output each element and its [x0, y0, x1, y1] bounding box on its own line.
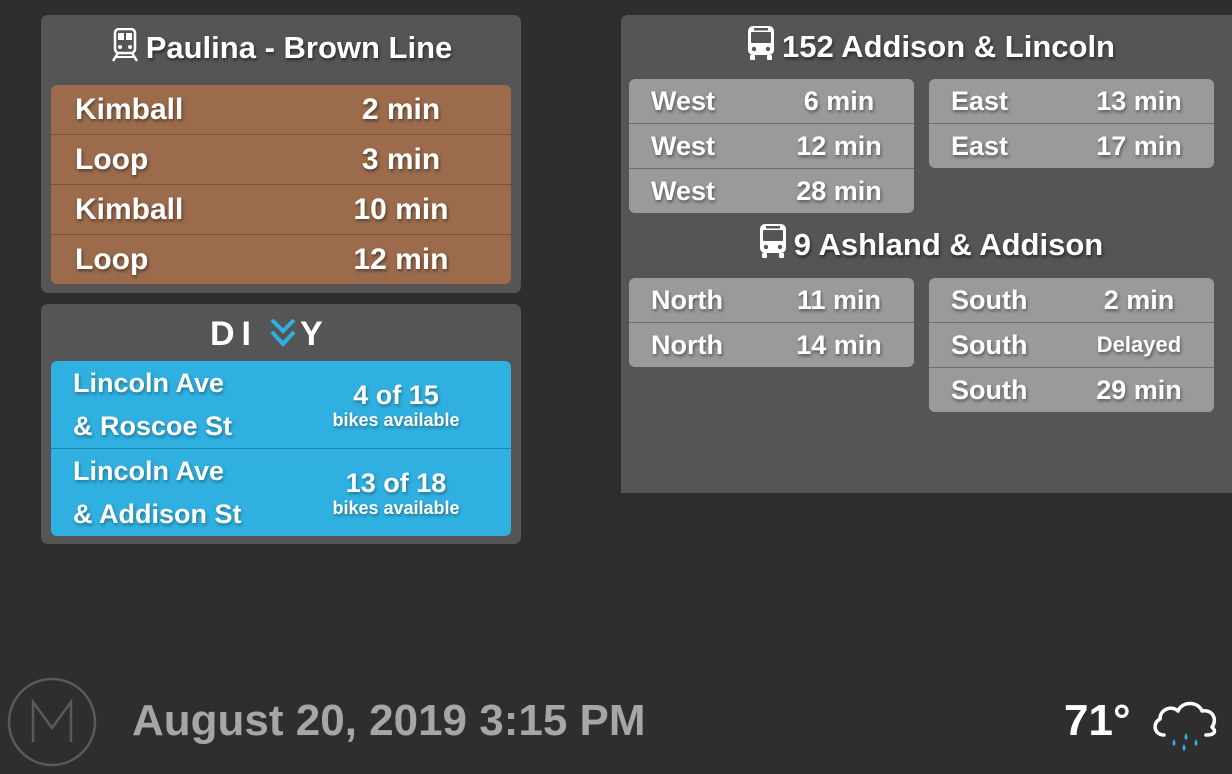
bus-arrivals-right: East 13 min East 17 min [929, 79, 1214, 168]
bus-direction: North [651, 329, 723, 360]
bikes-label: bikes available [332, 409, 460, 430]
train-time: 10 min [353, 192, 449, 226]
station-name-line2: & Roscoe St [73, 410, 233, 441]
bus-time: 11 min [796, 284, 882, 315]
divvy-station-row: Lincoln Ave & Addison St 13 of 18 bikes … [51, 449, 511, 536]
bus-direction: South [951, 329, 1028, 360]
bus-direction: North [651, 284, 723, 315]
train-arrivals-list: Kimball 2 min Loop 3 min Kimball 10 min … [51, 85, 511, 284]
bus-arrival-row: South 2 min [929, 278, 1214, 323]
bus-arrival-row: North 14 min [629, 323, 914, 367]
divvy-panel: DI Y Lincoln Ave & Roscoe St 4 of 15 bik… [41, 304, 521, 544]
station-name: Lincoln Ave & Roscoe St [51, 362, 301, 448]
bus-time: 17 min [1096, 130, 1182, 161]
bus-arrival-row: East 13 min [929, 79, 1214, 124]
bus-time: 12 min [796, 130, 882, 161]
bus-direction: South [951, 284, 1028, 315]
bus-time: 6 min [803, 85, 875, 116]
train-destination: Kimball [75, 192, 184, 226]
bus-direction: East [951, 130, 1009, 161]
divvy-station-row: Lincoln Ave & Roscoe St 4 of 15 bikes av… [51, 361, 511, 449]
current-datetime: August 20, 2019 3:15 PM [132, 696, 646, 745]
bus-icon [759, 224, 786, 258]
train-destination: Loop [75, 142, 149, 176]
bikes-count: 13 of 18 [345, 467, 447, 498]
bus-arrival-row: South Delayed [929, 323, 1214, 368]
train-title-text: Paulina - Brown Line [145, 30, 453, 65]
bus-panel: 152 Addison & Lincoln West 6 min West 12… [621, 15, 1232, 493]
station-name-line1: Lincoln Ave [73, 367, 225, 398]
train-destination: Loop [75, 242, 149, 276]
station-name-line1: Lincoln Ave [73, 455, 225, 486]
station-name: Lincoln Ave & Addison St [51, 450, 301, 536]
train-time: 12 min [353, 242, 449, 276]
train-title: Paulina - Brown Line [41, 27, 521, 68]
divvy-stations-list: Lincoln Ave & Roscoe St 4 of 15 bikes av… [51, 361, 511, 536]
train-time: 2 min [361, 92, 441, 126]
bus-time: 29 min [1096, 374, 1182, 405]
mirror-logo [6, 676, 98, 773]
rain-cloud-icon [1150, 695, 1220, 760]
bus-arrival-row: North 11 min [629, 278, 914, 323]
bus-time: 14 min [796, 329, 882, 360]
bus-arrival-row: West 12 min [629, 124, 914, 169]
train-icon [111, 27, 138, 62]
bus-icon [748, 26, 774, 60]
bus-direction: East [951, 85, 1009, 116]
temperature: 71° [1064, 696, 1131, 745]
train-arrival-row: Kimball 2 min [51, 85, 511, 135]
train-arrival-row: Loop 3 min [51, 135, 511, 185]
bikes-availability: 13 of 18 bikes available [301, 468, 491, 518]
train-destination: Kimball [75, 92, 184, 126]
svg-text:Y: Y [300, 316, 323, 350]
svg-text:DI: DI [210, 316, 258, 350]
bus-arrival-row: West 28 min [629, 169, 914, 213]
train-panel: Paulina - Brown Line Kimball 2 min Loop … [41, 15, 521, 293]
bus-direction: West [651, 130, 716, 161]
bus-time: 13 min [1096, 85, 1182, 116]
train-arrival-row: Loop 12 min [51, 235, 511, 284]
bus-time: 2 min [1103, 284, 1175, 315]
bus-arrivals-left: North 11 min North 14 min [629, 278, 914, 367]
train-time: 3 min [361, 142, 441, 176]
bus-time: 28 min [796, 175, 882, 206]
bus-route-title: 9 Ashland & Addison [621, 223, 1232, 265]
bus-arrival-row: South 29 min [929, 368, 1214, 412]
bus-arrival-row: West 6 min [629, 79, 914, 124]
train-arrival-row: Kimball 10 min [51, 185, 511, 235]
bikes-availability: 4 of 15 bikes available [301, 380, 491, 430]
bus-arrival-row: East 17 min [929, 124, 1214, 168]
bus-direction: West [651, 175, 716, 206]
divvy-logo: DI Y [41, 315, 521, 355]
station-name-line2: & Addison St [73, 498, 242, 529]
bus-direction: West [651, 85, 716, 116]
bikes-label: bikes available [332, 497, 460, 518]
bus-route-title-text: 152 Addison & Lincoln [782, 29, 1115, 64]
bus-route-title-text: 9 Ashland & Addison [793, 227, 1104, 262]
bus-time: Delayed [1096, 332, 1182, 357]
bus-arrivals-left: West 6 min West 12 min West 28 min [629, 79, 914, 213]
bus-arrivals-right: South 2 min South Delayed South 29 min [929, 278, 1214, 412]
bus-direction: South [951, 374, 1028, 405]
bikes-count: 4 of 15 [353, 379, 439, 410]
bus-route-title: 152 Addison & Lincoln [621, 25, 1232, 67]
